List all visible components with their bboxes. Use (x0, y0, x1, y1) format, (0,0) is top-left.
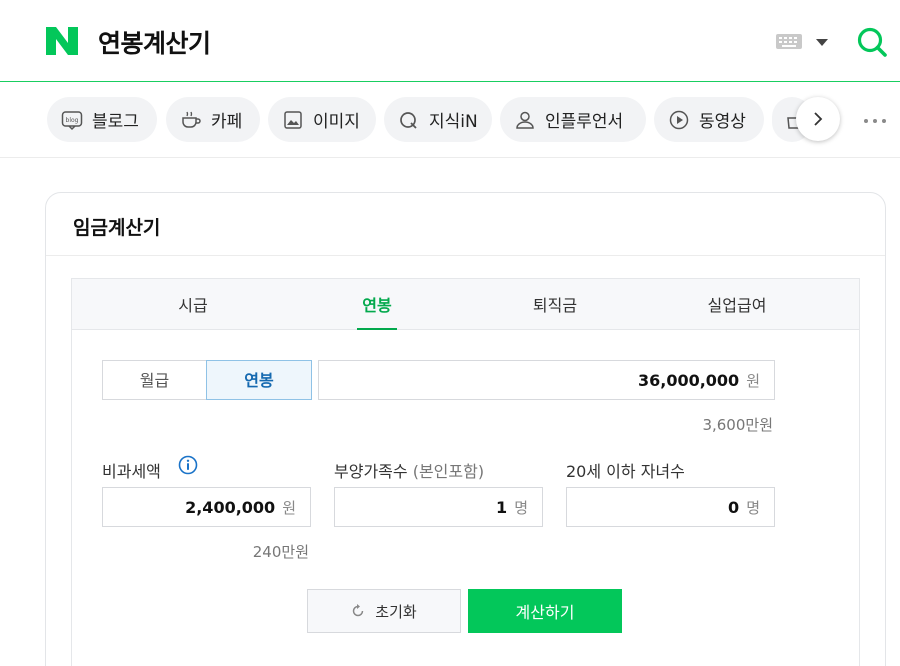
info-icon[interactable] (178, 455, 198, 475)
search-icon[interactable] (856, 26, 888, 58)
children-unit: 명 (746, 498, 760, 517)
tab-hourly[interactable]: 시급 (118, 279, 268, 330)
calculator-panel: 시급 연봉 퇴직금 실업급여 월급 연봉 36,000,000 원 3,600만… (71, 278, 860, 666)
nav-item-influencer[interactable]: 인플루언서 (500, 97, 646, 142)
children-value: 0 (728, 497, 740, 517)
keyboard-icon[interactable] (776, 34, 802, 49)
person-icon (516, 111, 534, 129)
calculate-button[interactable]: 계산하기 (468, 589, 622, 633)
nav-item-label: 카페 (211, 112, 243, 132)
header: 연봉계산기 (0, 0, 900, 82)
toggle-monthly[interactable]: 월급 (102, 360, 207, 400)
nontax-unit: 원 (282, 498, 296, 517)
nav-item-knowledge[interactable]: 지식iN (384, 97, 492, 142)
dependents-value: 1 (496, 497, 508, 517)
image-icon (284, 110, 302, 129)
blog-icon: blog (61, 110, 83, 130)
chevron-right-icon (814, 112, 823, 126)
tab-severance[interactable]: 퇴직금 (480, 279, 630, 330)
children-label: 20세 이하 자녀수 (566, 462, 685, 481)
svg-text:blog: blog (66, 117, 79, 124)
nontax-hint: 240만원 (252, 543, 309, 561)
tab-annual[interactable]: 연봉 (302, 279, 452, 330)
toggle-annual[interactable]: 연봉 (206, 360, 312, 400)
tab-unemployment[interactable]: 실업급여 (662, 279, 812, 330)
nontax-input[interactable]: 2,400,000 원 (102, 487, 311, 527)
naver-logo-icon[interactable] (46, 27, 78, 55)
card-title: 임금계산기 (73, 217, 161, 239)
salary-input[interactable]: 36,000,000 원 (318, 360, 775, 400)
more-icon[interactable] (864, 119, 888, 125)
nav-item-label: 블로그 (92, 112, 139, 132)
divider (46, 255, 885, 256)
knowledge-icon (400, 111, 417, 129)
wage-calculator-card: 임금계산기 시급 연봉 퇴직금 실업급여 월급 연봉 36,000,000 원 … (45, 192, 886, 666)
nav-item-image[interactable]: 이미지 (268, 97, 376, 142)
refresh-icon (353, 604, 364, 617)
nav-item-video[interactable]: 동영상 (654, 97, 764, 142)
nav-item-label: 인플루언서 (545, 112, 624, 132)
search-category-nav: blog 블로그 카페 이미지 지식iN 인플루언서 동영상 (0, 82, 900, 158)
dependents-input[interactable]: 1 명 (334, 487, 543, 527)
salary-hint: 3,600만원 (702, 416, 773, 434)
nav-item-label: 이미지 (313, 112, 360, 132)
play-icon (669, 110, 689, 129)
nav-item-cafe[interactable]: 카페 (166, 97, 260, 142)
children-input[interactable]: 0 명 (566, 487, 775, 527)
salary-unit: 원 (746, 371, 760, 390)
dependents-label: 부양가족수 (본인포함) (334, 458, 484, 482)
reset-button[interactable]: 초기화 (307, 589, 461, 633)
salary-value: 36,000,000 (637, 370, 740, 390)
coffee-icon (182, 111, 201, 128)
dependents-sublabel: (본인포함) (412, 462, 485, 481)
nav-item-label: 동영상 (699, 112, 746, 132)
reset-label: 초기화 (375, 602, 417, 621)
dependents-label-text: 부양가족수 (334, 462, 408, 481)
nav-next-button[interactable] (796, 97, 840, 141)
caret-down-icon[interactable] (816, 39, 828, 46)
nontax-label: 비과세액 (102, 462, 161, 481)
dependents-unit: 명 (514, 498, 528, 517)
page-title: 연봉계산기 (98, 29, 211, 58)
calculator-tabs: 시급 연봉 퇴직금 실업급여 (72, 279, 859, 330)
nontax-value: 2,400,000 (185, 497, 276, 517)
active-tab-indicator (357, 328, 397, 330)
nav-item-blog[interactable]: blog 블로그 (47, 97, 157, 142)
nav-item-label: 지식iN (429, 112, 478, 132)
